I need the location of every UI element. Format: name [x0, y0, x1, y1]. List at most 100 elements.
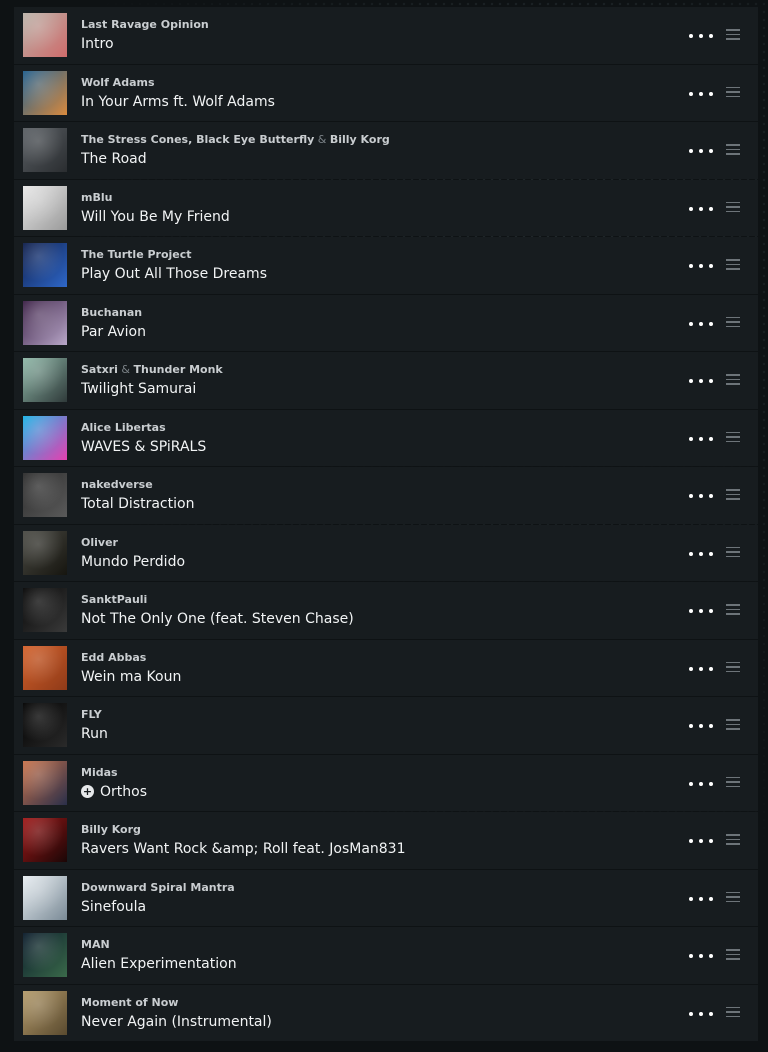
drag-handle-icon[interactable]	[726, 29, 740, 40]
track-title-line: Wein ma Koun	[81, 667, 668, 687]
drag-handle-icon[interactable]	[726, 1006, 740, 1018]
drag-handle-icon[interactable]	[726, 431, 740, 443]
more-dots-icon[interactable]	[689, 779, 713, 789]
dot	[699, 666, 703, 671]
more-dots-icon[interactable]	[689, 261, 713, 271]
drag-line	[726, 325, 740, 327]
track-row[interactable]: nakedverse Total Distraction	[14, 467, 758, 524]
drag-handle-icon[interactable]	[726, 776, 740, 788]
more-dots-icon[interactable]	[689, 606, 713, 616]
track-row[interactable]: FLY Run	[14, 697, 758, 754]
artist-name[interactable]: Satxri	[81, 363, 118, 376]
track-title-line: Run	[81, 724, 668, 744]
track-artists: The Turtle Project	[81, 248, 668, 262]
drag-line	[726, 838, 740, 840]
drag-line	[726, 1015, 740, 1017]
more-dots-icon[interactable]	[689, 894, 713, 904]
artist-name[interactable]: Black Eye Butterfly	[196, 133, 314, 146]
drag-handle-icon[interactable]	[726, 374, 740, 385]
track-title-line: In Your Arms ft. Wolf Adams	[81, 92, 668, 112]
artist-name[interactable]: Alice Libertas	[81, 421, 166, 434]
artist-name[interactable]: The Stress Cones	[81, 133, 188, 146]
artist-name[interactable]: Oliver	[81, 536, 118, 549]
track-row[interactable]: Moment of Now Never Again (Instrumental)	[14, 984, 758, 1041]
drag-handle-icon[interactable]	[726, 719, 740, 730]
more-dots-icon[interactable]	[689, 951, 713, 961]
drag-handle-icon[interactable]	[726, 546, 740, 558]
artist-name[interactable]: Midas	[81, 766, 118, 779]
drag-handle-icon[interactable]	[726, 86, 740, 98]
track-row[interactable]: The Turtle Project Play Out All Those Dre…	[14, 237, 758, 294]
track-row[interactable]: Oliver Mundo Perdido	[14, 524, 758, 581]
drag-handle-icon[interactable]	[726, 201, 740, 213]
drag-handle-icon[interactable]	[726, 144, 740, 155]
track-row[interactable]: The Stress Cones, Black Eye Butterfly & …	[14, 122, 758, 179]
track-row[interactable]: Midas + Orthos	[14, 754, 758, 811]
track-row[interactable]: Alice Libertas WAVES & SPiRALS	[14, 409, 758, 466]
more-dots-icon[interactable]	[689, 721, 713, 731]
artist-name[interactable]: Thunder Monk	[133, 363, 222, 376]
drag-line	[726, 91, 740, 93]
track-row[interactable]: Satxri & Thunder Monk Twilight Samurai	[14, 352, 758, 409]
drag-handle-icon[interactable]	[726, 661, 740, 673]
track-row[interactable]: Edd Abbas Wein ma Koun	[14, 639, 758, 696]
track-meta: Midas + Orthos	[81, 766, 668, 802]
artist-name[interactable]: Downward Spiral Mantra	[81, 881, 235, 894]
track-row[interactable]: Downward Spiral Mantra Sinefoula	[14, 869, 758, 926]
track-row[interactable]: Wolf Adams In Your Arms ft. Wolf Adams	[14, 64, 758, 121]
track-title-line: Never Again (Instrumental)	[81, 1012, 668, 1032]
artist-name[interactable]: Billy Korg	[330, 133, 390, 146]
dot	[699, 609, 703, 613]
track-row[interactable]: SanktPauli Not The Only One (feat. Steven…	[14, 582, 758, 639]
dot	[709, 896, 713, 901]
drag-line	[726, 383, 740, 385]
more-dots-icon[interactable]	[689, 836, 713, 846]
track-row[interactable]: Last Ravage Opinion Intro	[14, 7, 758, 64]
dot	[689, 321, 693, 326]
dot	[709, 666, 713, 671]
artist-name[interactable]: Last Ravage Opinion	[81, 18, 209, 31]
artist-name[interactable]: mBlu	[81, 191, 112, 204]
artist-name[interactable]: nakedverse	[81, 478, 153, 491]
artist-name[interactable]: The Turtle Project	[81, 248, 192, 261]
artist-name[interactable]: FLY	[81, 708, 102, 721]
more-dots-icon[interactable]	[689, 89, 713, 99]
artist-name[interactable]: Edd Abbas	[81, 651, 146, 664]
drag-handle-icon[interactable]	[726, 949, 740, 960]
more-dots-icon[interactable]	[689, 434, 713, 444]
drag-line	[726, 1011, 740, 1013]
drag-handle-icon[interactable]	[726, 489, 740, 500]
artist-name[interactable]: Wolf Adams	[81, 76, 155, 89]
track-title-line: Will You Be My Friend	[81, 207, 668, 227]
drag-line	[726, 958, 740, 960]
track-row[interactable]: Billy Korg Ravers Want Rock &amp; Roll fe…	[14, 812, 758, 869]
drag-line	[726, 493, 740, 495]
drag-handle-icon[interactable]	[726, 604, 740, 615]
more-dots-icon[interactable]	[689, 146, 713, 156]
drag-line	[726, 33, 740, 35]
drag-handle-icon[interactable]	[726, 891, 740, 903]
more-dots-icon[interactable]	[689, 204, 713, 214]
track-row[interactable]: mBlu Will You Be My Friend	[14, 179, 758, 236]
more-dots-icon[interactable]	[689, 1009, 713, 1019]
more-dots-icon[interactable]	[689, 549, 713, 559]
more-dots-icon[interactable]	[689, 664, 713, 674]
drag-line	[726, 608, 740, 610]
more-dots-icon[interactable]	[689, 31, 713, 41]
more-dots-icon[interactable]	[689, 319, 713, 329]
track-title-line: Total Distraction	[81, 494, 668, 514]
artist-name[interactable]: Buchanan	[81, 306, 142, 319]
more-dots-icon[interactable]	[689, 376, 713, 386]
artist-name[interactable]: MAN	[81, 938, 110, 951]
drag-handle-icon[interactable]	[726, 834, 740, 845]
track-row[interactable]: MAN Alien Experimentation	[14, 927, 758, 984]
drag-handle-icon[interactable]	[726, 259, 740, 270]
track-row[interactable]: Buchanan Par Avion	[14, 294, 758, 351]
artist-name[interactable]: Billy Korg	[81, 823, 141, 836]
artist-name[interactable]: Moment of Now	[81, 996, 178, 1009]
more-dots-icon[interactable]	[689, 491, 713, 501]
track-title-line: WAVES & SPiRALS	[81, 437, 668, 457]
track-meta: Downward Spiral Mantra Sinefoula	[81, 881, 668, 917]
artist-name[interactable]: SanktPauli	[81, 593, 147, 606]
drag-handle-icon[interactable]	[726, 316, 740, 328]
